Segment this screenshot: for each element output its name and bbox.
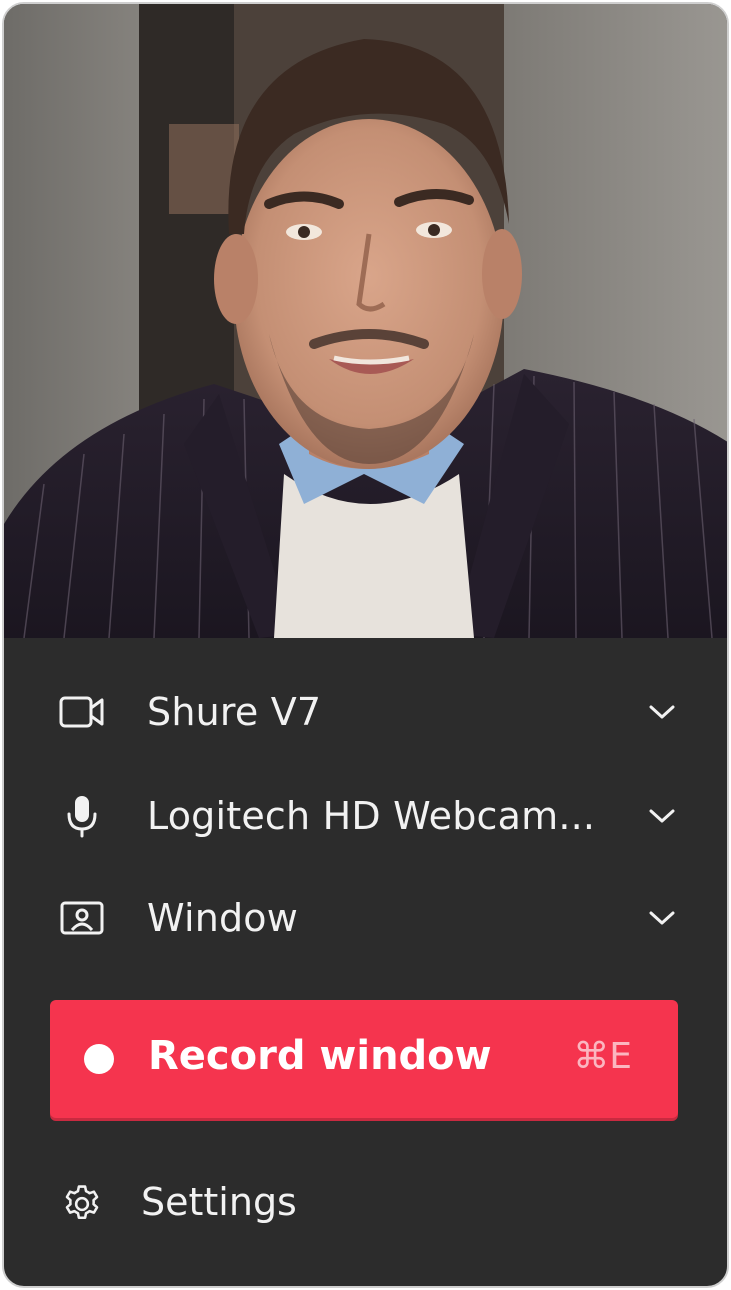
record-button-label: Record window (148, 1033, 492, 1079)
window-capture-icon (58, 894, 106, 942)
record-dot-icon (84, 1044, 114, 1074)
gear-icon (58, 1180, 106, 1228)
chevron-down-icon (647, 801, 677, 831)
record-button[interactable]: Record window ⌘E (50, 1000, 678, 1118)
settings-button[interactable]: Settings (4, 1164, 727, 1244)
camera-select[interactable]: Shure V7 (4, 672, 727, 752)
camera-select-label: Shure V7 (147, 690, 322, 734)
microphone-select-label: Logitech HD Webcam... (147, 794, 596, 838)
chevron-down-icon (647, 903, 677, 933)
microphone-icon (58, 792, 106, 840)
microphone-select[interactable]: Logitech HD Webcam... (4, 776, 727, 856)
chevron-down-icon (647, 697, 677, 727)
capture-source-label: Window (147, 896, 299, 940)
record-shortcut: ⌘E (573, 1036, 632, 1077)
video-camera-icon (58, 688, 106, 736)
preview-image (4, 4, 727, 638)
recorder-panel: Shure V7 Logitech HD Webcam... Window Re… (2, 2, 729, 1288)
capture-source-select[interactable]: Window (4, 878, 727, 958)
settings-label: Settings (141, 1180, 297, 1224)
camera-preview (4, 4, 727, 638)
